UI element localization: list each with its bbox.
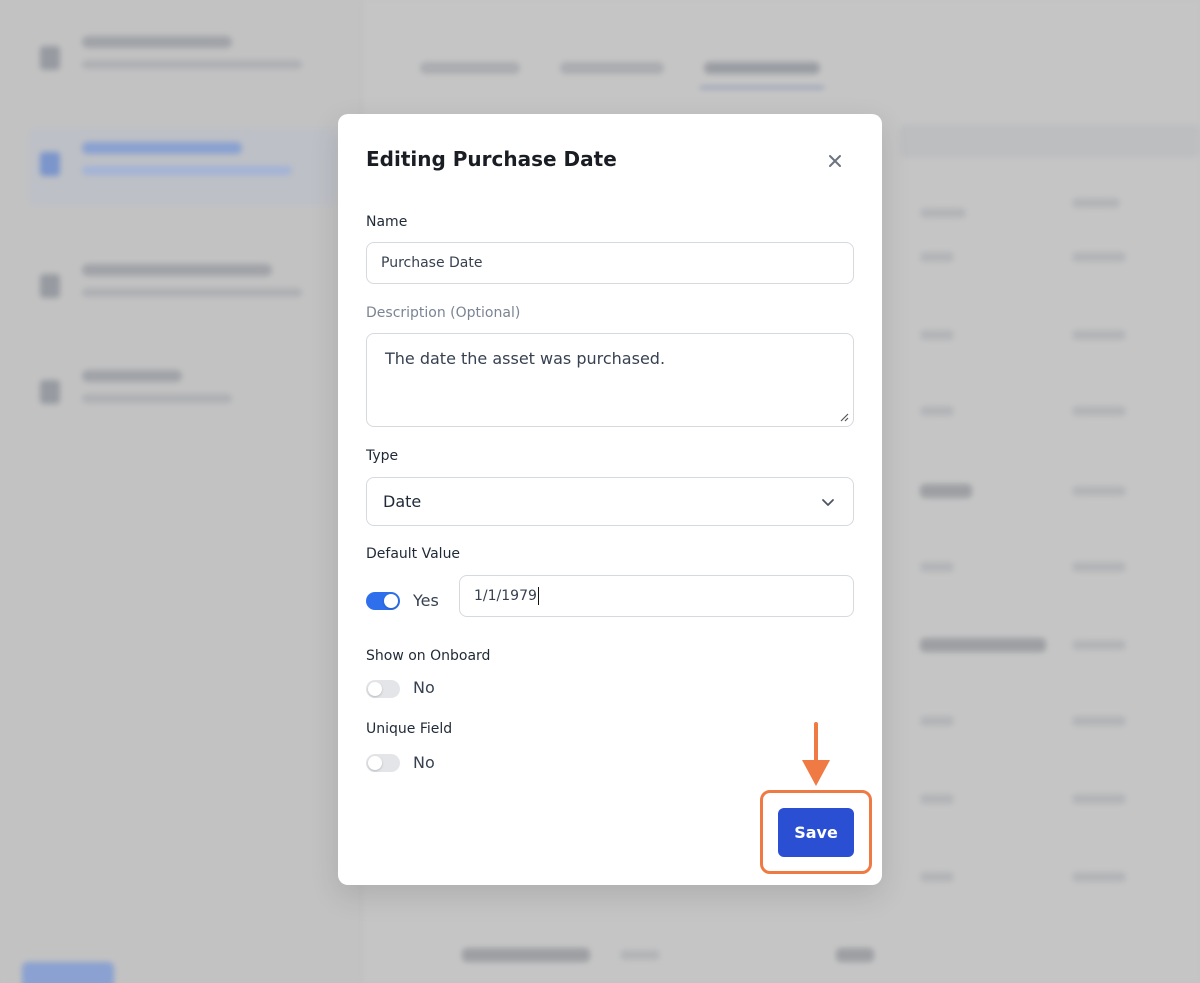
chevron-down-icon [822,499,834,506]
show-on-onboard-toggle[interactable] [366,680,400,698]
resize-grip-icon[interactable] [839,412,849,422]
name-input-value: Purchase Date [381,255,483,271]
type-select[interactable]: Date [366,477,854,526]
unique-field-toggle-text: No [413,753,435,772]
toggle-knob [368,682,382,696]
default-value-toggle-text: Yes [413,591,439,610]
type-label: Type [366,448,399,464]
show-on-onboard-toggle-text: No [413,678,435,697]
default-value-label: Default Value [366,546,461,562]
toggle-knob [384,594,398,608]
toggle-knob [368,756,382,770]
save-button-highlight [760,790,872,874]
description-textarea[interactable]: The date the asset was purchased. [366,333,854,427]
description-label: Description (Optional) [366,305,521,321]
type-select-value: Date [383,492,422,511]
description-textarea-value: The date the asset was purchased. [385,349,666,368]
show-on-onboard-label: Show on Onboard [366,648,491,664]
default-value-input-value: 1/1/1979 [474,588,537,604]
default-value-toggle[interactable] [366,592,400,610]
unique-field-toggle[interactable] [366,754,400,772]
arrow-down-icon [802,722,830,786]
name-input[interactable]: Purchase Date [366,242,854,284]
default-value-input[interactable]: 1/1/1979 [459,575,854,617]
close-icon [829,155,841,167]
close-button[interactable] [824,150,846,172]
modal-title: Editing Purchase Date [366,147,617,171]
name-label: Name [366,214,408,230]
unique-field-label: Unique Field [366,721,453,737]
text-caret [537,587,539,605]
